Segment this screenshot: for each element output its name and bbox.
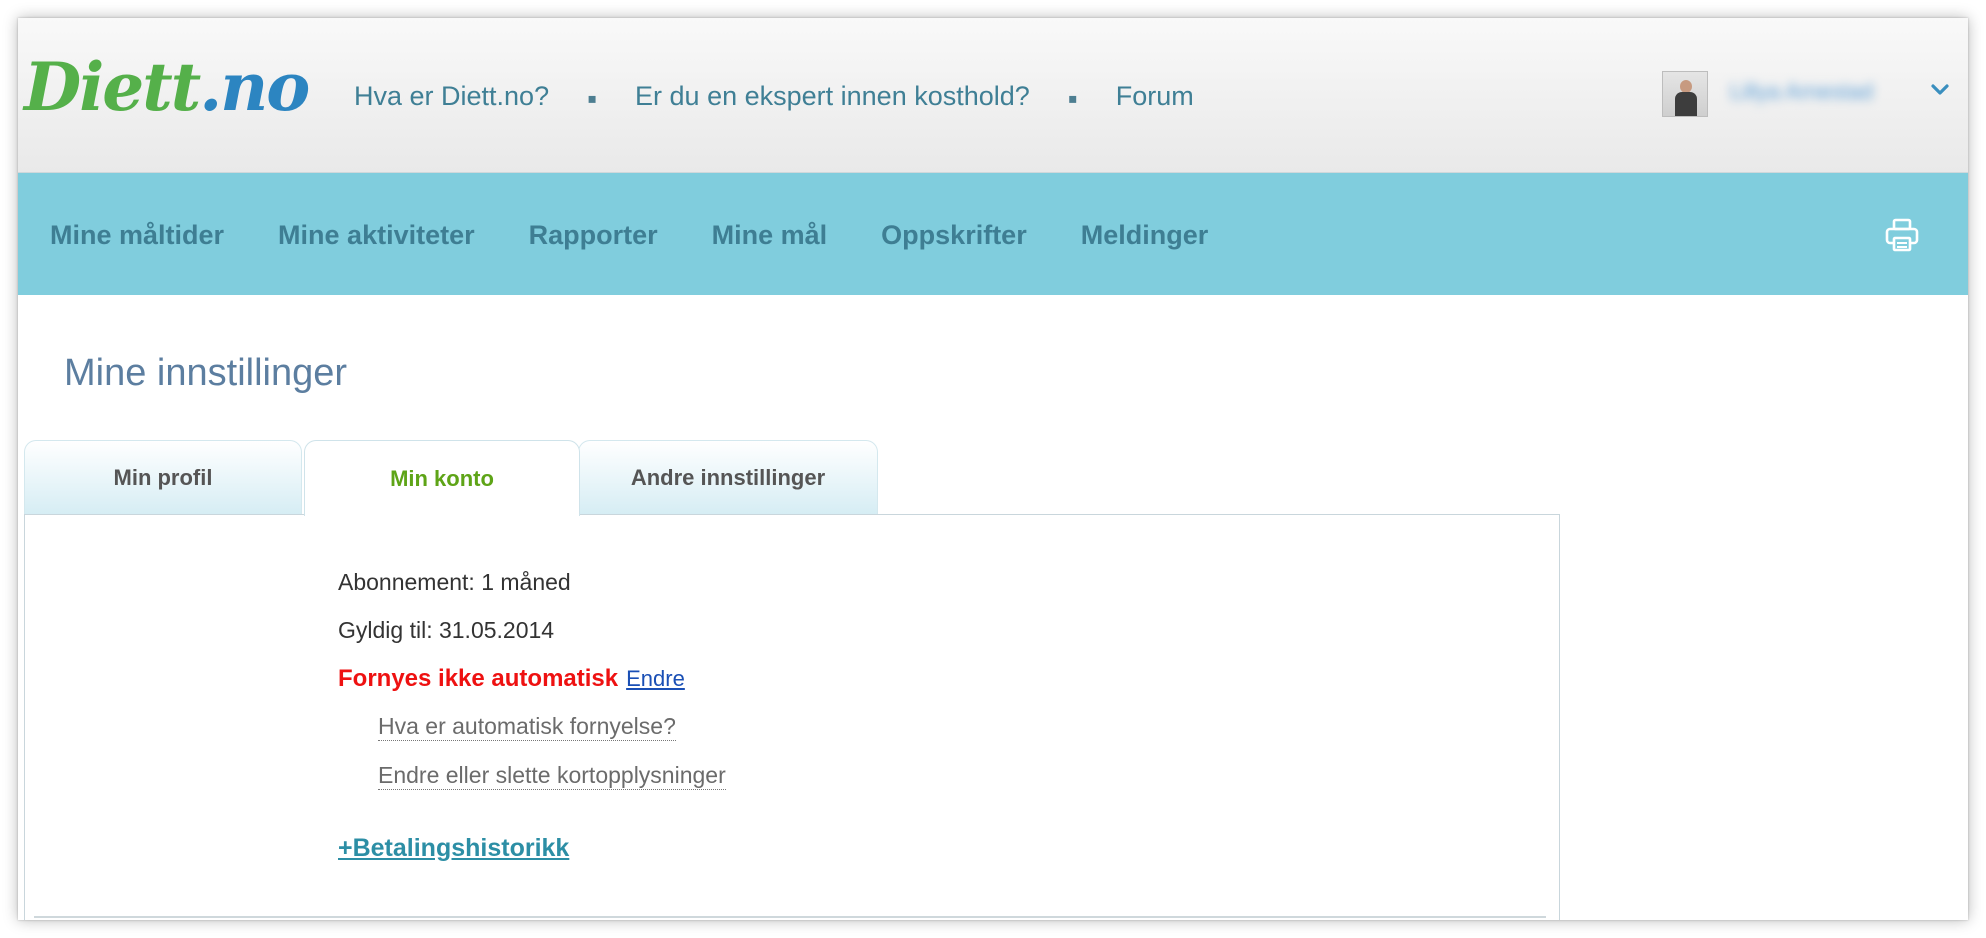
top-header: Diett.no Hva er Diett.no? ▪ Er du en eks… xyxy=(18,18,1968,173)
nav-item-reports[interactable]: Rapporter xyxy=(529,220,658,251)
link-separator: ▪ xyxy=(1067,83,1078,114)
nav-item-messages[interactable]: Meldinger xyxy=(1081,220,1209,251)
nav-item-activities[interactable]: Mine aktiviteter xyxy=(278,220,475,251)
site-logo[interactable]: Diett.no xyxy=(24,54,310,120)
link-expert[interactable]: Er du en ekspert innen kosthold? xyxy=(635,81,1030,112)
logo-text-no: .no xyxy=(199,48,310,126)
main-navigation: Mine måltider Mine aktiviteter Rapporter… xyxy=(18,173,1968,295)
nav-item-meals[interactable]: Mine måltider xyxy=(50,220,224,251)
nav-item-recipes[interactable]: Oppskrifter xyxy=(881,220,1027,251)
top-links: Hva er Diett.no? ▪ Er du en ekspert inne… xyxy=(354,80,1194,115)
what-is-auto-renewal-link[interactable]: Hva er automatisk fornyelse? xyxy=(378,715,676,741)
link-separator: ▪ xyxy=(587,83,598,114)
renewal-status: Fornyes ikke automatisk xyxy=(338,665,619,692)
logo-text-diett: Diett xyxy=(24,48,201,126)
valid-until-text: Gyldig til: 31.05.2014 xyxy=(338,617,555,643)
browser-window: Diett.no Hva er Diett.no? ▪ Er du en eks… xyxy=(18,18,1968,920)
link-forum[interactable]: Forum xyxy=(1116,81,1194,112)
renewal-row: Fornyes ikke automatisk Endre xyxy=(338,667,685,691)
subscription-text: Abonnement: 1 måned xyxy=(338,569,571,595)
change-renewal-link[interactable]: Endre xyxy=(626,666,685,691)
chevron-down-icon[interactable] xyxy=(1928,78,1952,102)
payment-history-link[interactable]: +Betalingshistorikk xyxy=(338,834,569,863)
link-what-is-diett[interactable]: Hva er Diett.no? xyxy=(354,81,549,112)
tab-other-settings[interactable]: Andre innstillinger xyxy=(578,440,878,514)
tab-my-account[interactable]: Min konto xyxy=(304,440,580,516)
printer-icon[interactable] xyxy=(1884,217,1920,253)
page-title: Mine innstillinger xyxy=(64,352,348,394)
account-panel xyxy=(24,514,1560,920)
user-avatar[interactable] xyxy=(1662,71,1708,117)
tab-my-profile[interactable]: Min profil xyxy=(24,440,302,514)
avatar-body xyxy=(1675,92,1697,116)
panel-divider xyxy=(34,916,1546,918)
nav-item-goals[interactable]: Mine mål xyxy=(712,220,828,251)
user-name[interactable]: Lillya Arnestad xyxy=(1730,78,1920,106)
edit-card-details-link[interactable]: Endre eller slette kortopplysninger xyxy=(378,764,726,790)
